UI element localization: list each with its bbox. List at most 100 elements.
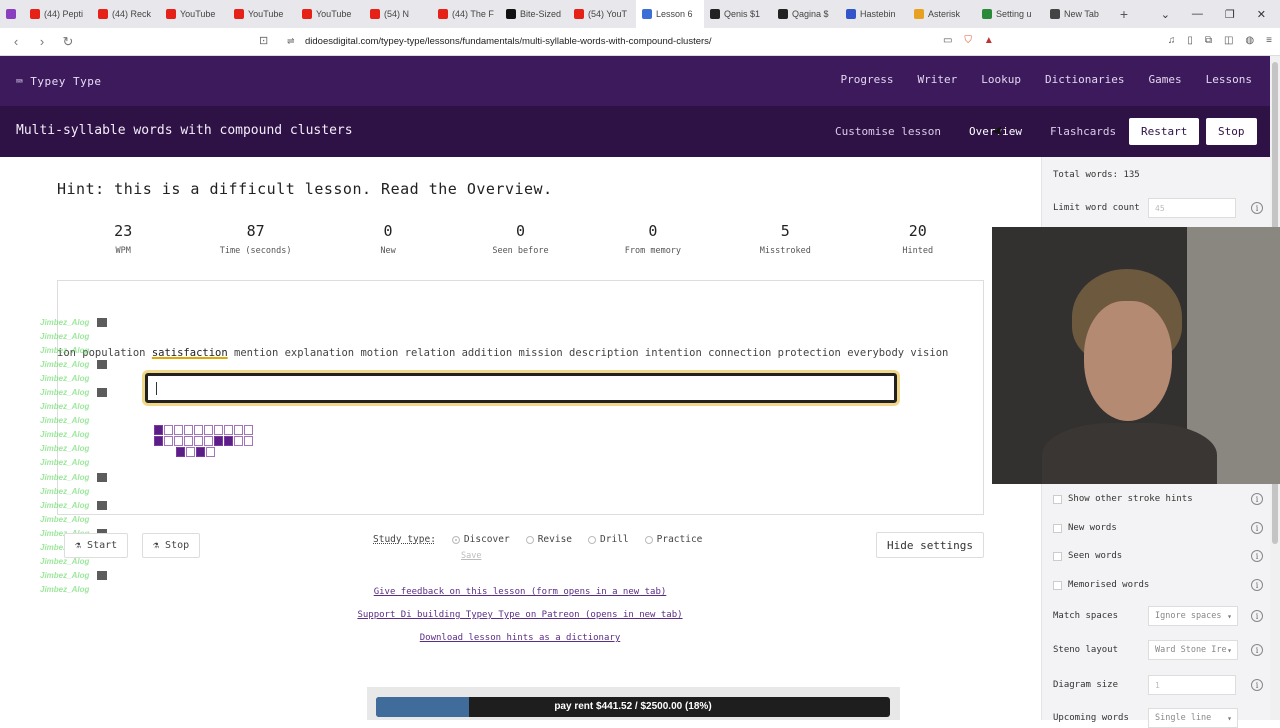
reload-icon[interactable]: ↻ [58, 34, 78, 50]
steno-layout-select[interactable]: Ward Stone Ire [1148, 640, 1238, 660]
study-type-practice[interactable]: Practice [644, 534, 703, 545]
chat-username: Jimbez_Alog [40, 514, 90, 524]
limit-word-count-input[interactable]: 45 [1148, 198, 1236, 218]
chat-username: Jimbez_Alog [40, 359, 90, 369]
radio-button[interactable] [644, 535, 653, 544]
info-icon[interactable]: i [1251, 493, 1263, 505]
browser-tab[interactable]: Lesson 6 [636, 0, 704, 28]
memorised-words-option[interactable]: Memorised words [1053, 575, 1149, 595]
diagram-size-input[interactable]: 1 [1148, 675, 1236, 695]
browser-tab[interactable]: Bite-Sized [500, 0, 568, 28]
show-other-stroke-hints-option[interactable]: Show other stroke hints [1053, 489, 1193, 509]
info-icon[interactable]: i [1251, 202, 1263, 214]
stat-value: 0 [383, 222, 393, 240]
info-icon[interactable]: i [1251, 679, 1263, 691]
forward-icon[interactable]: › [32, 34, 52, 49]
rewards-icon[interactable]: ▲ [984, 35, 994, 46]
flashcards-link[interactable]: Flashcards [1050, 125, 1116, 138]
info-icon[interactable]: i [1251, 579, 1263, 591]
close-icon[interactable]: ✕ [1257, 8, 1266, 21]
menu-icon[interactable]: ≡ [1266, 35, 1272, 46]
browser-tab[interactable]: YouTube [228, 0, 296, 28]
browser-tab[interactable]: YouTube [160, 0, 228, 28]
cast-icon[interactable]: ▭ [943, 35, 952, 46]
new-words-option[interactable]: New words [1053, 518, 1117, 538]
nav-link-writer[interactable]: Writer [918, 73, 958, 86]
nav-link-lookup[interactable]: Lookup [981, 73, 1021, 86]
study-type-discover[interactable]: Discover [451, 534, 510, 545]
browser-tab[interactable]: (54) YouT [568, 0, 636, 28]
checkbox[interactable] [1053, 523, 1062, 533]
stop-lesson-button[interactable]: Stop [1206, 118, 1257, 145]
browser-tab[interactable]: (44) Pepti [24, 0, 92, 28]
media-icon[interactable]: ♫ [1168, 35, 1176, 46]
seen-words-option[interactable]: Seen words [1053, 546, 1122, 566]
sidebar-icon[interactable]: ▯ [1187, 35, 1193, 46]
browser-tab[interactable]: Hastebin [840, 0, 908, 28]
nav-link-dictionaries[interactable]: Dictionaries [1045, 73, 1124, 86]
hide-settings-button[interactable]: Hide settings [876, 532, 984, 558]
radio-label: Practice [656, 534, 703, 545]
browser-tab[interactable]: Qagina $ [772, 0, 840, 28]
study-type-revise[interactable]: Revise [525, 534, 572, 545]
limit-word-count-label: Limit word count [1053, 203, 1140, 213]
info-icon[interactable]: i [1251, 550, 1263, 562]
footer-links: Give feedback on this lesson (form opens… [357, 587, 683, 656]
chat-message: Jimbez_Alog [40, 442, 107, 456]
restart-button[interactable]: Restart [1129, 118, 1200, 145]
start-button[interactable]: ⚗ Start [64, 533, 129, 558]
tab-menu-icon[interactable] [0, 0, 24, 28]
site-logo[interactable]: ⌨ Typey Type [16, 75, 101, 88]
new-tab-plus-icon[interactable]: + [1112, 6, 1136, 22]
back-icon[interactable]: ‹ [6, 34, 26, 49]
checkbox[interactable] [1053, 580, 1062, 590]
browser-tab[interactable]: Asterisk [908, 0, 976, 28]
steno-key [154, 436, 163, 446]
save-study-type-link[interactable]: Save [461, 551, 481, 561]
footer-link[interactable]: Support Di building Typey Type on Patreo… [357, 610, 683, 633]
site-info-icon[interactable]: ⇌ [287, 36, 295, 47]
stop-button[interactable]: ⚗ Stop [142, 533, 201, 558]
study-type-drill[interactable]: Drill [588, 534, 629, 545]
minimize-icon[interactable]: — [1192, 8, 1203, 21]
browser-tab[interactable]: Setting u [976, 0, 1044, 28]
tab-label: Lesson 6 [656, 9, 693, 19]
vpn-icon[interactable]: ◍ [1245, 35, 1254, 46]
nav-link-lessons[interactable]: Lessons [1206, 73, 1252, 86]
tab-label: (44) Reck [112, 9, 152, 19]
nav-link-progress[interactable]: Progress [841, 73, 894, 86]
chat-message: Jimbez_Alog [40, 329, 107, 343]
info-icon[interactable]: i [1251, 610, 1263, 622]
tab-favicon-icon [234, 9, 244, 19]
browser-tab[interactable]: (54) N [364, 0, 432, 28]
url-field[interactable]: didoesdigital.com/typey-type/lessons/fun… [305, 36, 712, 47]
browser-tab[interactable]: New Tab [1044, 0, 1112, 28]
info-icon[interactable]: i [1251, 522, 1263, 534]
checkbox[interactable] [1053, 494, 1062, 504]
steno-key [234, 425, 243, 435]
maximize-icon[interactable]: ❐ [1225, 8, 1235, 21]
info-icon[interactable]: i [1251, 644, 1263, 656]
upcoming-words-select[interactable]: Single line [1148, 708, 1238, 728]
radio-button[interactable] [588, 535, 597, 544]
footer-link[interactable]: Give feedback on this lesson (form opens… [357, 587, 683, 610]
typing-input[interactable] [145, 373, 897, 403]
radio-button[interactable] [451, 535, 460, 544]
browser-tab[interactable]: Qenis $1 [704, 0, 772, 28]
browser-tab[interactable]: YouTube [296, 0, 364, 28]
wallet-icon[interactable]: ◫ [1224, 35, 1233, 46]
checkbox[interactable] [1053, 551, 1062, 561]
extensions-icon[interactable]: ⧉ [1205, 35, 1212, 46]
tab-favicon-icon [506, 9, 516, 19]
match-spaces-select[interactable]: Ignore spaces [1148, 606, 1238, 626]
nav-link-games[interactable]: Games [1149, 73, 1182, 86]
browser-tab[interactable]: (44) The F [432, 0, 500, 28]
footer-link[interactable]: Download lesson hints as a dictionary [357, 633, 683, 656]
radio-button[interactable] [525, 535, 534, 544]
customise-lesson-link[interactable]: Customise lesson [835, 125, 941, 138]
bookmark-icon[interactable]: ⊡ [259, 34, 268, 47]
brave-shield-icon[interactable]: ⛉ [964, 35, 972, 46]
tab-search-icon[interactable]: ⌄ [1161, 8, 1170, 21]
browser-tab-bar: (44) Pepti (44) Reck YouTube YouTube YouTube… [0, 0, 1280, 28]
browser-tab[interactable]: (44) Reck [92, 0, 160, 28]
